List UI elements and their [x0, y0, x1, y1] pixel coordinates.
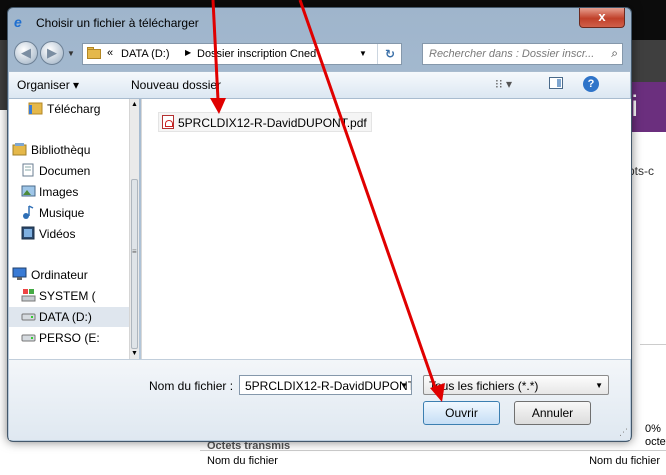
- navigation-pane: Télécharg Bibliothèqu Documen Images Mus…: [9, 99, 139, 359]
- chevron-down-icon[interactable]: ▼: [359, 49, 367, 58]
- drive-icon: [21, 330, 36, 344]
- breadcrumb-current-folder[interactable]: Dossier inscription Cned: [197, 48, 316, 60]
- list-item[interactable]: 5PRCLDIX12-R-DavidDUPONT.pdf: [158, 112, 372, 132]
- chevron-down-icon[interactable]: ▼: [400, 381, 408, 390]
- background-filename-right: Nom du fichier: [589, 455, 660, 467]
- new-folder-button[interactable]: Nouveau dossier: [131, 78, 221, 92]
- filename-label: Nom du fichier :: [149, 379, 234, 393]
- sidebar-item-music[interactable]: Musique: [9, 203, 129, 223]
- sidebar-item-libraries[interactable]: Bibliothèqu: [9, 140, 129, 160]
- system-drive-icon: [21, 288, 36, 302]
- dialog-toolbar: Organiser ▾ Nouveau dossier ⁝⁝ ▾ ?: [9, 71, 630, 99]
- navigation-bar: ◀ ▶ ▼ « DATA (D:) ▶ Dossier inscription …: [8, 38, 631, 70]
- computer-icon: [12, 267, 27, 281]
- chevron-down-icon[interactable]: ▼: [595, 381, 603, 390]
- scroll-down-icon[interactable]: ▼: [131, 350, 138, 357]
- drive-icon: [21, 309, 36, 323]
- preview-pane-icon[interactable]: [549, 77, 563, 89]
- scroll-up-icon[interactable]: ▲: [131, 101, 138, 108]
- search-box[interactable]: Rechercher dans : Dossier inscr... ⌕: [422, 43, 623, 65]
- scrollbar-thumb[interactable]: [131, 179, 138, 349]
- breadcrumb-separator-icon[interactable]: ▶: [185, 48, 191, 57]
- sidebar-item-data-drive[interactable]: DATA (D:): [9, 307, 129, 327]
- close-button[interactable]: x: [579, 8, 625, 28]
- filename-value[interactable]: 5PRCLDIX12-R-DavidDUPONT: [245, 379, 411, 393]
- sidebar-item-label: Documen: [39, 164, 91, 178]
- sidebar-item-label: SYSTEM (: [39, 289, 96, 303]
- back-button[interactable]: ◀: [14, 41, 38, 65]
- browser-icon: e: [14, 14, 22, 30]
- sidebar-item-label: Musique: [39, 206, 85, 220]
- breadcrumb-data-drive[interactable]: DATA (D:): [121, 48, 169, 60]
- filetype-select[interactable]: Tous les fichiers (*.*) ▼: [423, 375, 609, 395]
- background-filename-left: Nom du fichier: [207, 455, 278, 467]
- view-options-button[interactable]: ⁝⁝ ▾: [495, 77, 512, 91]
- filetype-value: Tous les fichiers (*.*): [429, 379, 539, 393]
- search-input[interactable]: Rechercher dans : Dossier inscr...: [429, 48, 594, 60]
- sidebar-item-label: Bibliothèqu: [31, 143, 91, 157]
- dialog-title: Choisir un fichier à télécharger: [36, 16, 199, 30]
- navigation-scrollbar[interactable]: ▲ ≡ ▼: [129, 99, 139, 359]
- background-filename-row: Nom du fichier Nom du fichier: [200, 450, 666, 471]
- breadcrumb-overflow[interactable]: «: [107, 47, 113, 59]
- background-percent: 0%: [645, 423, 661, 435]
- chevron-down-icon[interactable]: ▼: [67, 49, 75, 58]
- pdf-icon: [162, 115, 174, 129]
- file-list: 5PRCLDIX12-R-DavidDUPONT.pdf: [141, 99, 631, 359]
- dialog-footer: Nom du fichier : 5PRCLDIX12-R-DavidDUPON…: [9, 359, 630, 440]
- refresh-button[interactable]: ↻: [377, 44, 402, 64]
- splitter-grip-icon: ≡: [132, 247, 137, 256]
- sidebar-item-computer[interactable]: Ordinateur: [9, 265, 129, 285]
- organize-button[interactable]: Organiser ▾: [17, 78, 79, 92]
- sidebar-item-videos[interactable]: Vidéos: [9, 224, 129, 244]
- sidebar-item-images[interactable]: Images: [9, 182, 129, 202]
- help-button[interactable]: ?: [583, 76, 599, 92]
- filename-field[interactable]: 5PRCLDIX12-R-DavidDUPONT ▼: [239, 375, 412, 395]
- documents-icon: [21, 163, 36, 177]
- sidebar-item-label: PERSO (E:: [39, 331, 100, 345]
- cancel-button[interactable]: Annuler: [514, 401, 591, 425]
- library-icon: [12, 142, 27, 156]
- search-icon[interactable]: ⌕: [611, 46, 618, 61]
- file-open-dialog: e Choisir un fichier à télécharger x ◀ ▶…: [7, 7, 632, 442]
- sidebar-item-label: Vidéos: [39, 227, 76, 241]
- sidebar-item-label: Télécharg: [47, 102, 101, 116]
- arrow-left-icon: ◀: [21, 45, 31, 60]
- downloads-folder-icon: [28, 101, 43, 115]
- open-button[interactable]: Ouvrir: [423, 401, 500, 425]
- music-icon: [21, 205, 36, 219]
- file-name: 5PRCLDIX12-R-DavidDUPONT.pdf: [178, 116, 367, 130]
- images-icon: [21, 184, 36, 198]
- arrow-right-icon: ▶: [47, 45, 57, 60]
- sidebar-item-perso-drive[interactable]: PERSO (E:: [9, 328, 129, 348]
- resize-grip-icon[interactable]: ⋰: [619, 427, 628, 438]
- sidebar-item-label: Images: [39, 185, 79, 199]
- dialog-titlebar[interactable]: e Choisir un fichier à télécharger x: [8, 8, 631, 36]
- sidebar-item-label: DATA (D:): [39, 310, 92, 324]
- forward-button[interactable]: ▶: [40, 41, 64, 65]
- sidebar-item-system-drive[interactable]: SYSTEM (: [9, 286, 129, 306]
- sidebar-item-label: Ordinateur: [31, 268, 88, 282]
- sidebar-item-documents[interactable]: Documen: [9, 161, 129, 181]
- refresh-icon: ↻: [384, 47, 396, 61]
- background-divider: [640, 344, 666, 345]
- background-octets: octets: [645, 436, 666, 448]
- videos-icon: [21, 226, 36, 240]
- sidebar-item-downloads[interactable]: Télécharg: [9, 99, 129, 119]
- folder-icon: [87, 47, 101, 59]
- address-bar[interactable]: « DATA (D:) ▶ Dossier inscription Cned ▼…: [82, 43, 402, 65]
